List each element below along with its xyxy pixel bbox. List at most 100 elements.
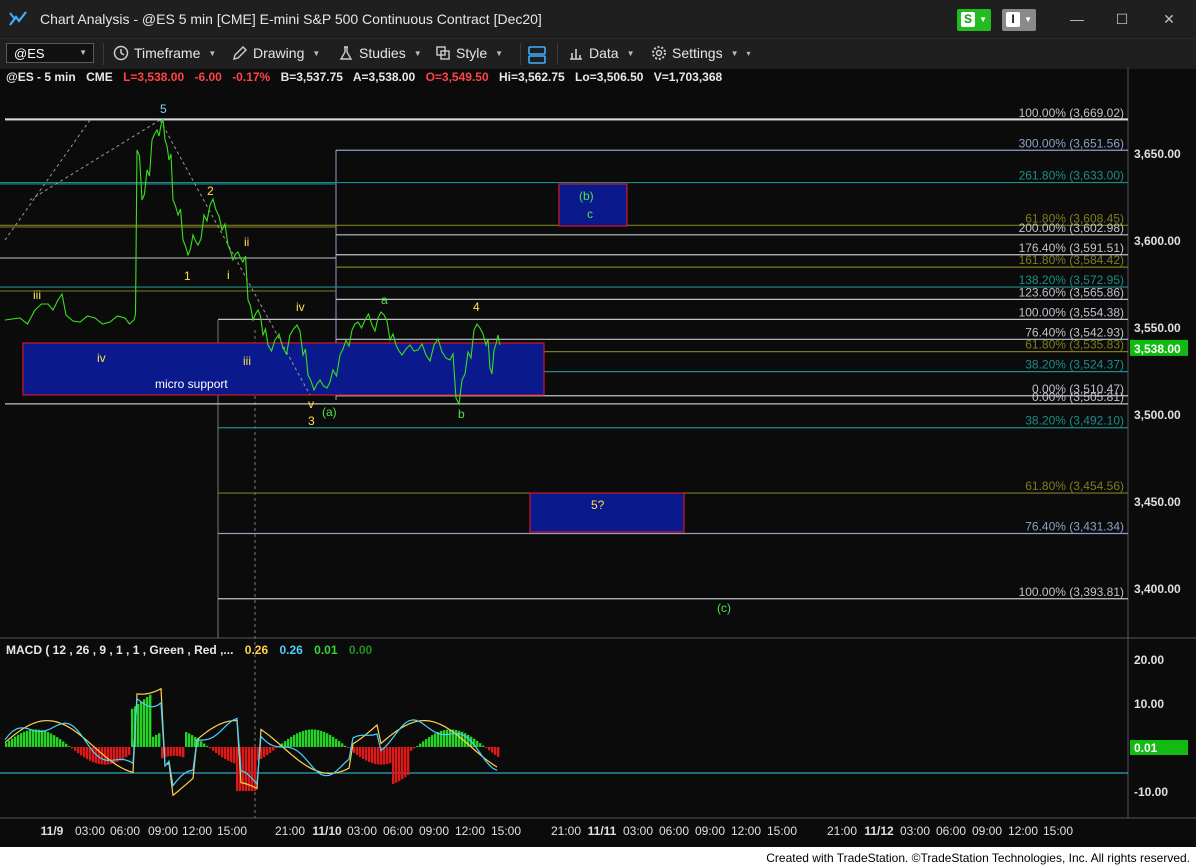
macd-histogram-bar bbox=[206, 745, 209, 747]
macd-histogram-bar bbox=[251, 747, 254, 791]
macd-histogram-bar bbox=[158, 733, 161, 747]
macd-histogram-bar bbox=[374, 747, 377, 764]
fib-level-label: 61.80% (3,535.83) bbox=[1025, 338, 1124, 352]
time-tick-label: 06:00 bbox=[936, 824, 966, 838]
macd-histogram-bar bbox=[263, 747, 266, 758]
macd-histogram-bar bbox=[59, 739, 62, 747]
drawing-label: Drawing bbox=[253, 45, 305, 61]
overflow-caret-icon[interactable]: ▾ bbox=[747, 49, 751, 58]
wave-label: iv bbox=[97, 351, 106, 365]
macd-histogram-bar bbox=[107, 747, 110, 765]
fib-level-label: 100.00% (3,554.38) bbox=[1019, 305, 1124, 319]
time-tick-label: 15:00 bbox=[1043, 824, 1073, 838]
macd-histogram-bar bbox=[314, 729, 317, 747]
macd-histogram-bar bbox=[233, 747, 236, 764]
price-tick-label: 3,600.00 bbox=[1134, 234, 1181, 248]
wave-label: 1 bbox=[184, 269, 191, 283]
time-tick-label: 21:00 bbox=[551, 824, 581, 838]
maximize-icon[interactable]: ☐ bbox=[1107, 9, 1137, 29]
macd-histogram-bar bbox=[77, 747, 80, 754]
macd-histogram-bar bbox=[356, 747, 359, 756]
macd-histogram-bar bbox=[353, 747, 356, 753]
macd-histogram-bar bbox=[428, 736, 431, 747]
macd-histogram-bar bbox=[341, 743, 344, 747]
time-tick-label: 12:00 bbox=[455, 824, 485, 838]
macd-histogram-bar bbox=[188, 733, 191, 747]
toolbar-divider bbox=[103, 43, 104, 65]
timeframe-menu[interactable]: Timeframe ▼ bbox=[113, 45, 216, 63]
macd-histogram-bar bbox=[185, 732, 188, 747]
zone-label: c bbox=[587, 207, 593, 221]
macd-histogram-bar bbox=[74, 747, 77, 751]
macd-histogram-bar bbox=[416, 745, 419, 747]
macd-histogram-bar bbox=[122, 747, 125, 759]
time-tick-label: 06:00 bbox=[383, 824, 413, 838]
close-icon[interactable]: ✕ bbox=[1154, 9, 1184, 29]
minimize-icon[interactable]: — bbox=[1062, 9, 1092, 29]
macd-histogram-bar bbox=[296, 733, 299, 747]
caret-down-icon: ▼ bbox=[312, 49, 321, 58]
macd-histogram-bar bbox=[128, 747, 131, 755]
indicator-button[interactable]: I ▼ bbox=[1002, 9, 1036, 31]
macd-histogram-bar bbox=[137, 703, 140, 747]
panes-icon bbox=[528, 46, 546, 64]
strategy-button[interactable]: S ▼ bbox=[957, 9, 991, 31]
caret-down-icon: ▼ bbox=[1024, 15, 1032, 24]
time-tick-label: 03:00 bbox=[623, 824, 653, 838]
wave-label: (a) bbox=[322, 405, 337, 419]
macd-histogram-bar bbox=[389, 747, 392, 764]
macd-histogram-bar bbox=[347, 747, 350, 749]
price-tick-label: 3,500.00 bbox=[1134, 408, 1181, 422]
time-tick-label: 11/10 bbox=[312, 824, 342, 838]
chart-area[interactable]: 3,650.00 3,600.00 3,550.00 3,500.00 3,450.00… bbox=[0, 68, 1196, 847]
symbol-selector[interactable]: @ES ▼ bbox=[6, 43, 94, 63]
macd-histogram-bar bbox=[236, 747, 239, 791]
time-tick-label: 12:00 bbox=[731, 824, 761, 838]
fib-level-label: 61.80% (3,454.56) bbox=[1025, 479, 1124, 493]
macd-histogram-bar bbox=[5, 743, 8, 747]
time-tick-label: 06:00 bbox=[659, 824, 689, 838]
macd-histogram-bar bbox=[218, 747, 221, 756]
macd-histogram-bar bbox=[419, 743, 422, 747]
studies-menu[interactable]: Studies ▼ bbox=[338, 45, 422, 63]
macd-histogram-bar bbox=[269, 747, 272, 753]
macd-histogram-bar bbox=[272, 747, 275, 751]
price-tick-label: 3,400.00 bbox=[1134, 582, 1181, 596]
wave-label: b bbox=[458, 407, 465, 421]
macd-histogram-bar bbox=[146, 696, 149, 747]
macd-histogram-bar bbox=[50, 733, 53, 747]
macd-histogram-bar bbox=[344, 745, 347, 747]
macd-histogram-bar bbox=[482, 745, 485, 747]
time-tick-label: 15:00 bbox=[217, 824, 247, 838]
macd-histogram-bar bbox=[125, 747, 128, 757]
macd-title: MACD ( 12 , 26 , 9 , 1 , 1 , Green , Red… bbox=[6, 643, 234, 657]
macd-histogram-bar bbox=[32, 729, 35, 747]
data-menu[interactable]: Data ▼ bbox=[568, 45, 635, 63]
footer-credit: Created with TradeStation. ©TradeStation… bbox=[764, 851, 1192, 865]
wave-label: i bbox=[227, 268, 230, 282]
macd-value-4: 0.00 bbox=[348, 643, 373, 657]
macd-histogram-bar bbox=[176, 747, 179, 756]
macd-histogram-bar bbox=[200, 741, 203, 747]
macd-histogram-bar bbox=[26, 730, 29, 747]
chevron-down-icon: ▼ bbox=[79, 48, 87, 57]
macd-histogram-bar bbox=[80, 747, 83, 756]
zone-label: (b) bbox=[579, 189, 594, 203]
macd-histogram-bar bbox=[443, 730, 446, 747]
layout-button[interactable] bbox=[527, 45, 552, 64]
macd-histogram-bar bbox=[455, 729, 458, 747]
time-tick-label: 06:00 bbox=[110, 824, 140, 838]
macd-histogram-bar bbox=[47, 732, 50, 747]
macd-value-3: 0.01 bbox=[314, 643, 338, 657]
settings-menu[interactable]: Settings ▼ ▾ bbox=[651, 45, 751, 63]
wave-label: iv bbox=[296, 300, 305, 314]
time-tick-label: 03:00 bbox=[347, 824, 377, 838]
macd-histogram-bar bbox=[92, 747, 95, 763]
drawing-menu[interactable]: Drawing ▼ bbox=[232, 45, 320, 63]
macd-histogram-bar bbox=[407, 747, 410, 776]
macd-histogram-bar bbox=[65, 743, 68, 747]
macd-histogram-bar bbox=[35, 729, 38, 747]
style-menu[interactable]: Style ▼ bbox=[435, 45, 503, 63]
macd-histogram-bar bbox=[332, 736, 335, 747]
wave-5-target-zone bbox=[529, 492, 685, 533]
